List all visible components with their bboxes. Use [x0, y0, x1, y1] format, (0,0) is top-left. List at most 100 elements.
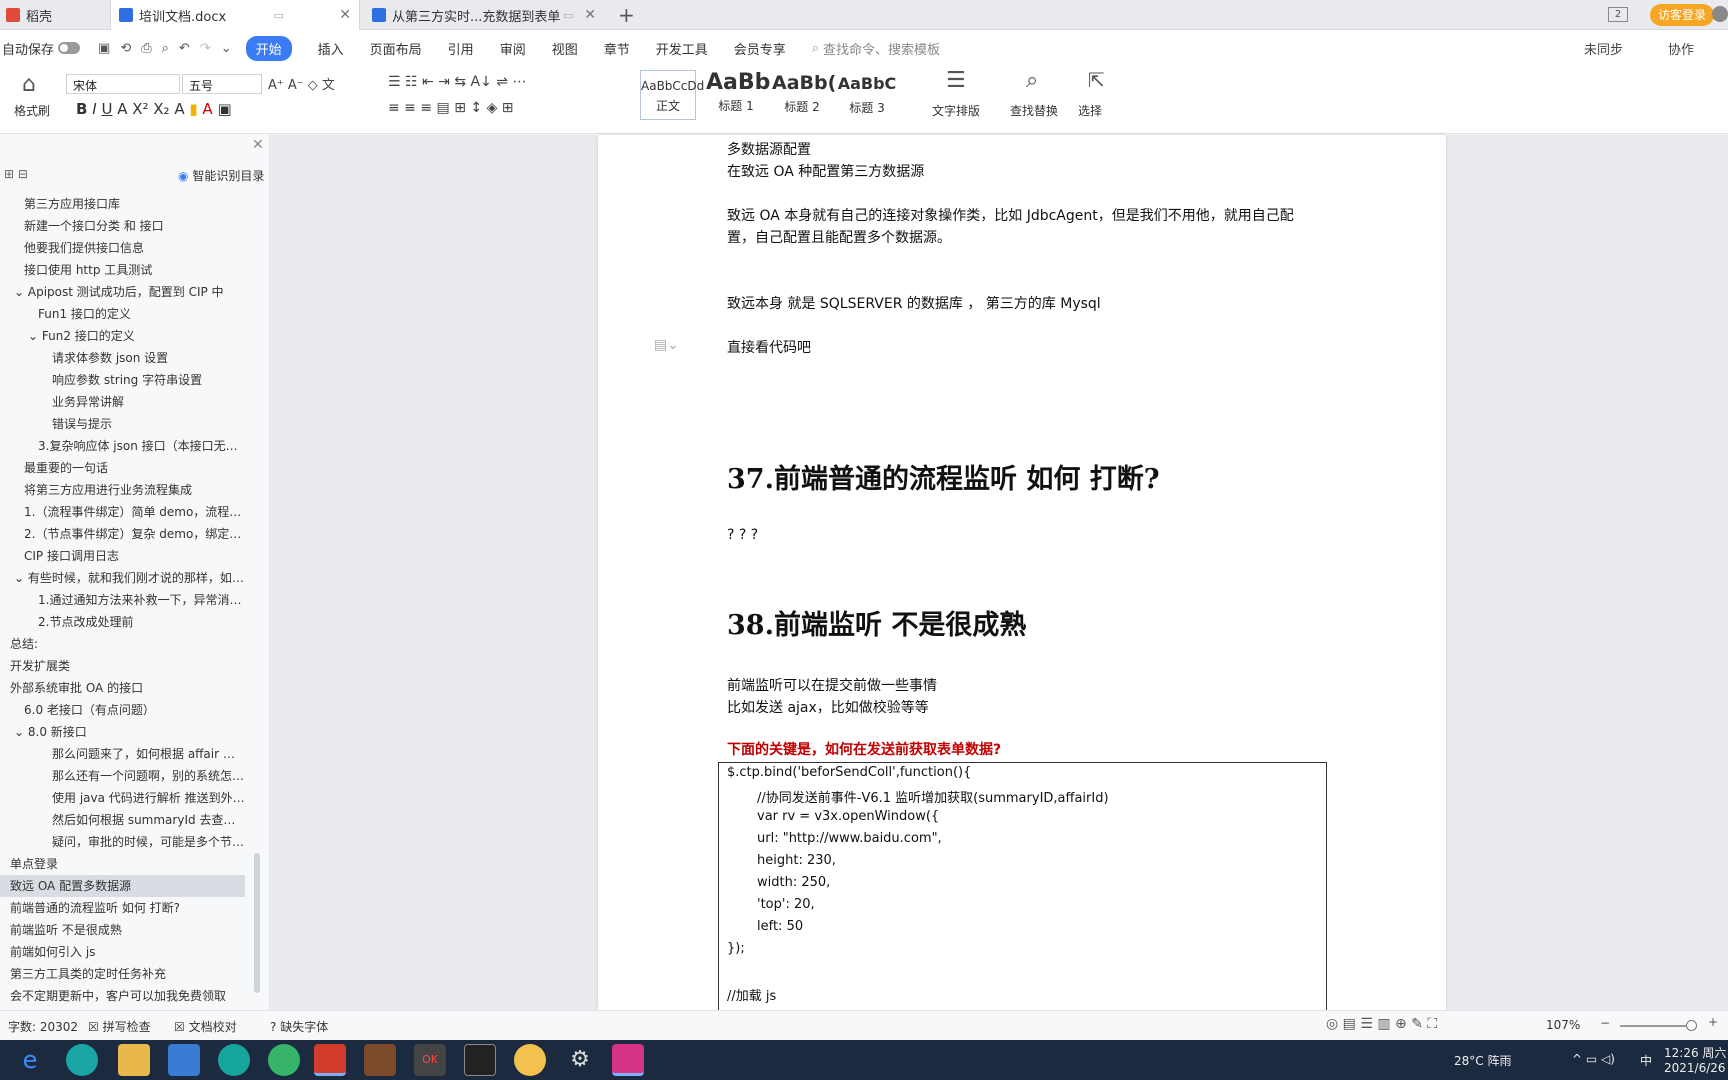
outline-item[interactable]: 2.节点改成处理前	[0, 611, 245, 633]
zoom-level[interactable]: 107%	[1546, 1018, 1580, 1032]
quick-access-dropdown-icon[interactable]: ⌄	[221, 41, 232, 56]
text-layout-icon[interactable]: ☰	[946, 68, 966, 93]
save-icon[interactable]: ▣	[98, 41, 110, 56]
outline-item[interactable]: 那么还有一个问题啊，别的系统怎 ...	[0, 765, 245, 787]
file-explorer-icon[interactable]	[118, 1044, 150, 1076]
outline-item[interactable]: 错误与提示	[0, 413, 245, 435]
ie-icon[interactable]: e	[14, 1044, 46, 1076]
menu-item-layout[interactable]: 页面布局	[370, 39, 422, 58]
outline-item[interactable]: 2.（节点事件绑定）复杂 demo，绑定到 ...	[0, 523, 245, 545]
menu-item-start[interactable]: 开始	[245, 35, 292, 61]
outline-item[interactable]: 1.通过通知方法来补救一下，异常消息 ...	[0, 589, 245, 611]
spell-check-button[interactable]: ☒ 拼写检查	[88, 1018, 151, 1035]
guest-login-button[interactable]: 访客登录	[1650, 4, 1715, 26]
menu-item-reference[interactable]: 引用	[448, 39, 474, 58]
sync-status[interactable]: 未同步	[1584, 39, 1623, 58]
list-icons[interactable]: ☰ ☷ ⇤ ⇥ ⇆ A↓ ⇌ ⋯	[388, 74, 526, 90]
outline-item[interactable]: ⌄ 有些时候，就和我们刚才说的那样，如果 ...	[0, 567, 245, 589]
new-tab-button[interactable]: +	[618, 3, 635, 27]
select-cursor-icon[interactable]: ⇱	[1088, 68, 1105, 92]
outline-item[interactable]: 开发扩展类	[0, 655, 245, 677]
outline-item[interactable]: Fun1 接口的定义	[0, 303, 245, 325]
font-size-select[interactable]: 五号	[182, 74, 262, 94]
ime-indicator[interactable]: 中	[1640, 1052, 1652, 1069]
font-family-select[interactable]: 宋体	[66, 74, 180, 94]
align-icons[interactable]: ≡ ≡ ≡ ▤ ⊞ ↕ ◈ ⊞	[388, 100, 514, 116]
outline-item[interactable]: 疑问，审批的时候，可能是多个节 ...	[0, 831, 245, 853]
missing-font-button[interactable]: ? 缺失字体	[270, 1018, 328, 1035]
text-format-icons[interactable]: B I U A X² X₂ A ▮ A ▣	[76, 100, 232, 118]
pin-icon[interactable]: ▭	[563, 9, 573, 22]
menu-item-devtools[interactable]: 开发工具	[656, 39, 708, 58]
outline-item[interactable]: 然后如何根据 summaryId 去查询 ...	[0, 809, 245, 831]
format-painter-icon[interactable]: ⌂	[22, 72, 36, 97]
scrollbar[interactable]	[254, 853, 260, 993]
mail-icon[interactable]	[168, 1044, 200, 1076]
style-heading-2[interactable]: AaBb( 标题 2	[772, 72, 836, 115]
close-icon[interactable]: ✕	[576, 7, 604, 23]
outline-item[interactable]: 前端普通的流程监听 如何 打断?	[0, 897, 245, 919]
outline-item[interactable]: 新建一个接口分类 和 接口	[0, 215, 245, 237]
menu-item-review[interactable]: 审阅	[500, 39, 526, 58]
outline-item[interactable]: 会不定期更新中，客户可以加我免费领取	[0, 985, 245, 1007]
chevron-down-icon[interactable]: ⌄	[14, 285, 28, 299]
app-icon[interactable]: OK	[414, 1044, 446, 1076]
outline-item[interactable]: 将第三方应用进行业务流程集成	[0, 479, 245, 501]
outline-item[interactable]: ⌄ Fun2 接口的定义	[0, 325, 245, 347]
outline-item[interactable]: 第三方应用接口库	[0, 193, 245, 215]
outline-item[interactable]: 那么问题来了，如何根据 affair 联 ...	[0, 743, 245, 765]
menu-item-view[interactable]: 视图	[552, 39, 578, 58]
proofread-button[interactable]: ☒ 文档校对	[174, 1018, 237, 1035]
outline-item[interactable]: 最重要的一句话	[0, 457, 245, 479]
menu-item-insert[interactable]: 插入	[318, 39, 344, 58]
intellij-icon[interactable]	[612, 1044, 644, 1076]
font-grow-icon[interactable]: A⁺ A⁻ ◇ 文	[268, 74, 335, 93]
outline-item[interactable]: 1.（流程事件绑定）简单 demo，流程结 ...	[0, 501, 245, 523]
weather-widget[interactable]: 28°C 阵雨	[1454, 1052, 1511, 1069]
zoom-slider[interactable]	[1620, 1025, 1696, 1027]
autosave-toggle[interactable]	[58, 42, 81, 54]
outline-item[interactable]: 响应参数 string 字符串设置	[0, 369, 245, 391]
outline-item[interactable]: 3.复杂响应体 json 接口（本接口无法 ...	[0, 435, 245, 457]
outline-item[interactable]: 使用 java 代码进行解析 推送到外 ...	[0, 787, 245, 809]
format-painter-label[interactable]: 格式刷	[14, 102, 50, 119]
find-replace-button[interactable]: 查找替换	[1010, 102, 1058, 119]
word-count[interactable]: 字数: 20302	[8, 1018, 78, 1035]
outline-item[interactable]: 外部系统审批 OA 的接口	[0, 677, 245, 699]
clock-date[interactable]: 2021/6/26	[1664, 1061, 1726, 1075]
settings-gear-icon[interactable]: ⚙	[564, 1044, 596, 1076]
clock-time[interactable]: 12:26 周六	[1664, 1044, 1726, 1061]
outline-item[interactable]: 致远 OA 配置多数据源	[0, 875, 245, 897]
outline-item[interactable]: 总结:	[0, 633, 245, 655]
outline-item[interactable]: 接口使用 http 工具测试	[0, 259, 245, 281]
chevron-down-icon[interactable]: ⌄	[14, 725, 28, 739]
wps-icon[interactable]	[314, 1044, 346, 1076]
window-count-badge[interactable]: 2	[1608, 7, 1628, 22]
system-tray-icons[interactable]: ^ ▭ ◁)	[1572, 1052, 1615, 1066]
text-layout-button[interactable]: 文字排版	[932, 102, 980, 119]
command-search-input[interactable]: 查找命令、搜索模板	[823, 39, 940, 58]
app-icon[interactable]	[218, 1044, 250, 1076]
chevron-down-icon[interactable]: ⌄	[14, 571, 28, 585]
outline-item[interactable]: 6.0 老接口（有点问题）	[0, 699, 245, 721]
zoom-in-icon[interactable]: +	[1708, 1015, 1718, 1029]
browser-icon[interactable]	[268, 1044, 300, 1076]
share-icon[interactable]: ⟲	[120, 41, 131, 56]
chevron-down-icon[interactable]: ⌄	[28, 329, 42, 343]
outline-item[interactable]: 前端监听 不是很成熟	[0, 919, 245, 941]
preview-icon[interactable]: ⌕	[162, 41, 169, 56]
outline-item[interactable]: 业务异常讲解	[0, 391, 245, 413]
undo-icon[interactable]: ↶	[179, 41, 190, 56]
tab-training-doc[interactable]: 培训文档.docx ▭ ✕	[110, 0, 360, 30]
find-icon[interactable]: ⌕	[1026, 68, 1038, 93]
outline-item[interactable]: ⌄ Apipost 测试成功后，配置到 CIP 中	[0, 281, 245, 303]
collab-button[interactable]: 协作	[1668, 39, 1694, 58]
tab-daoke[interactable]: 稻壳	[0, 0, 105, 30]
zoom-slider-thumb[interactable]	[1686, 1020, 1697, 1031]
terminal-icon[interactable]	[464, 1044, 496, 1076]
outline-item[interactable]: 请求体参数 json 设置	[0, 347, 245, 369]
outline-item[interactable]: CIP 接口调用日志	[0, 545, 245, 567]
view-mode-icons[interactable]: ◎ ▤ ☰ ▥ ⊕ ✎ ⛶	[1326, 1016, 1437, 1032]
avatar[interactable]	[1712, 6, 1728, 22]
outline-item[interactable]: ⌄ 8.0 新接口	[0, 721, 245, 743]
